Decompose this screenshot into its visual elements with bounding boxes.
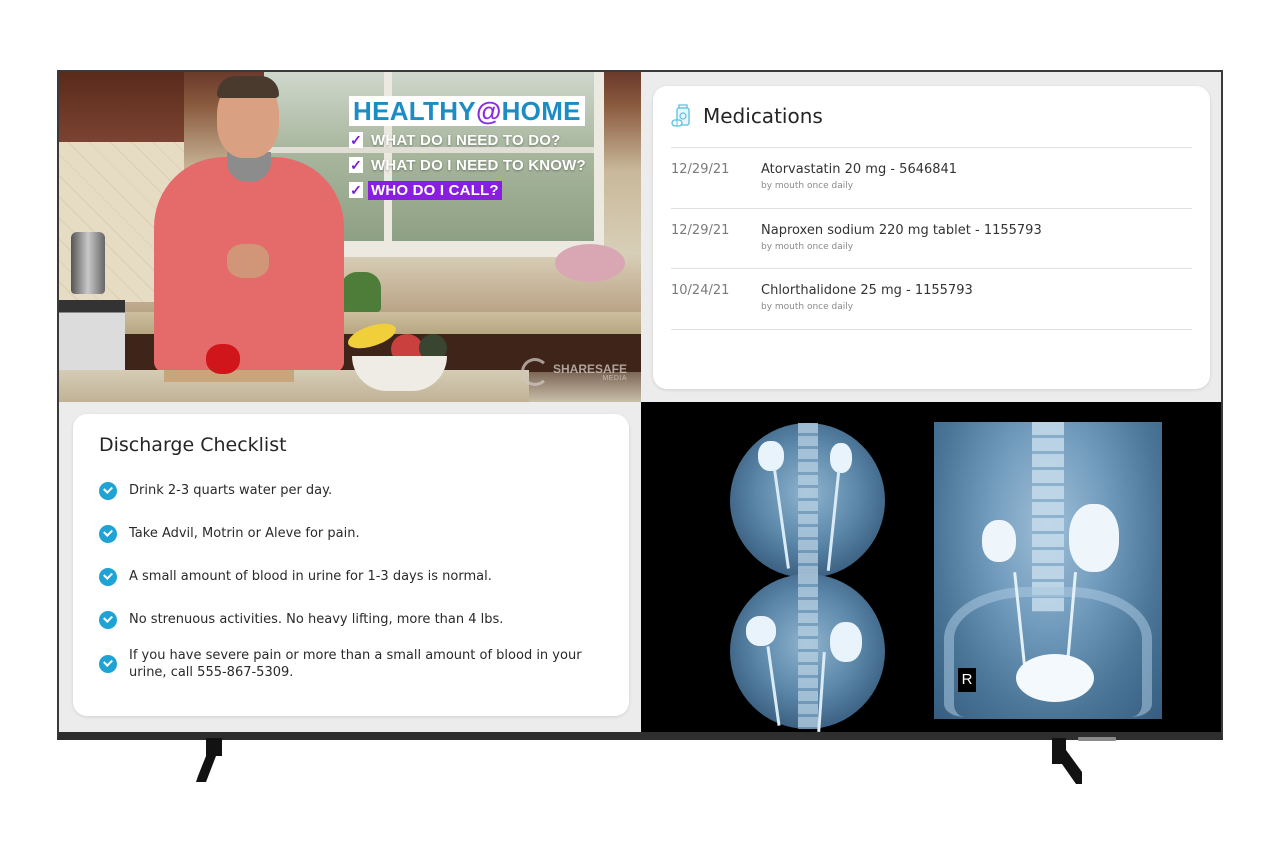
xray-ureter bbox=[766, 646, 781, 726]
promo-title-prefix: HEALTHY bbox=[353, 96, 476, 126]
checklist-item[interactable]: Drink 2-3 quarts water per day. bbox=[99, 482, 332, 500]
xray-kidney bbox=[830, 443, 852, 473]
medications-panel: Medications 12/29/21 Atorvastatin 20 mg … bbox=[641, 72, 1221, 402]
tv-screen: HEALTHY@HOME ✓ WHAT DO I NEED TO DO? ✓ W… bbox=[59, 72, 1221, 732]
xray-kidney bbox=[982, 520, 1016, 562]
xray-right-marker: R bbox=[958, 668, 976, 692]
promo-line: ✓ WHAT DO I NEED TO DO? bbox=[349, 129, 589, 151]
tv-stand-right bbox=[1048, 738, 1088, 788]
medications-header: Medications bbox=[671, 104, 823, 128]
medication-directions: by mouth once daily bbox=[761, 302, 854, 312]
xray-spine bbox=[798, 574, 818, 729]
checklist-item-text: No strenuous activities. No heavy liftin… bbox=[129, 612, 504, 627]
checklist-item[interactable]: Take Advil, Motrin or Aleve for pain. bbox=[99, 525, 360, 543]
checklist-item[interactable]: If you have severe pain or more than a s… bbox=[99, 647, 599, 681]
medicine-bottle-icon bbox=[671, 104, 693, 128]
kitchen-island bbox=[59, 370, 529, 402]
healthy-at-home-overlay: HEALTHY@HOME ✓ WHAT DO I NEED TO DO? ✓ W… bbox=[349, 96, 589, 201]
tv-stand-left bbox=[192, 738, 232, 788]
stove bbox=[59, 300, 125, 370]
medication-name: Naproxen sodium 220 mg tablet - 1155793 bbox=[761, 223, 1042, 238]
check-circle-icon bbox=[99, 655, 117, 673]
promo-title-suffix: HOME bbox=[501, 96, 581, 126]
medication-date: 12/29/21 bbox=[671, 223, 730, 238]
promo-line-text-highlighted: WHO DO I CALL? bbox=[368, 180, 502, 200]
xray-spine bbox=[1032, 422, 1064, 612]
sharesafe-swirl-icon bbox=[521, 358, 549, 386]
xray-kidney bbox=[1069, 504, 1119, 572]
checkbox-checked-icon: ✓ bbox=[349, 157, 363, 173]
xray-spine bbox=[798, 423, 818, 578]
medication-directions: by mouth once daily bbox=[761, 181, 854, 191]
red-pepper bbox=[206, 344, 240, 374]
checklist-item-text: If you have severe pain or more than a s… bbox=[129, 648, 582, 680]
checklist-item[interactable]: A small amount of blood in urine for 1-3… bbox=[99, 568, 492, 586]
medication-name: Atorvastatin 20 mg - 5646841 bbox=[761, 162, 958, 177]
education-video-panel[interactable]: HEALTHY@HOME ✓ WHAT DO I NEED TO DO? ✓ W… bbox=[59, 72, 641, 402]
checklist-item-text: Drink 2-3 quarts water per day. bbox=[129, 483, 333, 498]
presenter-hair bbox=[217, 76, 279, 98]
medication-row[interactable]: 12/29/21 Atorvastatin 20 mg - 5646841 by… bbox=[671, 148, 1192, 208]
tv-display: HEALTHY@HOME ✓ WHAT DO I NEED TO DO? ✓ W… bbox=[57, 70, 1223, 741]
promo-title-at: @ bbox=[475, 96, 502, 126]
checklist-item-text: A small amount of blood in urine for 1-3… bbox=[129, 569, 492, 584]
check-circle-icon bbox=[99, 568, 117, 586]
medication-row[interactable]: 12/29/21 Naproxen sodium 220 mg tablet -… bbox=[671, 209, 1192, 269]
checklist-item-text: Take Advil, Motrin or Aleve for pain. bbox=[129, 526, 360, 541]
discharge-checklist-card: Discharge Checklist Drink 2-3 quarts wat… bbox=[73, 414, 629, 716]
xray-kidney bbox=[746, 616, 776, 646]
kitchen-cabinet bbox=[59, 72, 184, 142]
presenter-hands bbox=[227, 244, 269, 278]
watermark-sub: MEDIA bbox=[602, 374, 628, 382]
medication-row[interactable]: 10/24/21 Chlorthalidone 25 mg - 1155793 … bbox=[671, 269, 1192, 329]
checklist-title: Discharge Checklist bbox=[99, 434, 287, 456]
medication-name: Chlorthalidone 25 mg - 1155793 bbox=[761, 283, 973, 298]
medication-directions: by mouth once daily bbox=[761, 242, 854, 252]
check-circle-icon bbox=[99, 611, 117, 629]
xray-kidney bbox=[758, 441, 784, 471]
xray-circle-top bbox=[730, 423, 885, 578]
checklist-panel: Discharge Checklist Drink 2-3 quarts wat… bbox=[59, 402, 641, 732]
sharesafe-watermark: SHARESAFE MEDIA bbox=[521, 358, 627, 386]
flower-pot bbox=[555, 244, 625, 282]
xray-circle-bottom bbox=[730, 574, 885, 732]
promo-line-text: WHAT DO I NEED TO KNOW? bbox=[371, 156, 586, 174]
check-circle-icon bbox=[99, 482, 117, 500]
checkbox-checked-icon: ✓ bbox=[349, 132, 363, 148]
promo-line-text: WHAT DO I NEED TO DO? bbox=[371, 131, 561, 149]
xray-full-abdomen: R bbox=[934, 422, 1162, 719]
xray-kidney bbox=[830, 622, 862, 662]
xray-image-panel[interactable]: R bbox=[641, 402, 1221, 732]
xray-ureter bbox=[817, 651, 826, 732]
medication-date: 10/24/21 bbox=[671, 283, 730, 298]
xray-bladder bbox=[1016, 654, 1094, 702]
checklist-item[interactable]: No strenuous activities. No heavy liftin… bbox=[99, 611, 503, 629]
promo-title: HEALTHY@HOME bbox=[349, 96, 585, 126]
kettle bbox=[71, 232, 105, 294]
divider bbox=[671, 329, 1192, 330]
potted-herb bbox=[341, 272, 381, 312]
medications-title: Medications bbox=[703, 104, 823, 128]
medications-card: Medications 12/29/21 Atorvastatin 20 mg … bbox=[653, 86, 1210, 389]
check-circle-icon bbox=[99, 525, 117, 543]
medication-date: 12/29/21 bbox=[671, 162, 730, 177]
xray-ureter bbox=[826, 471, 841, 571]
promo-line: ✓ WHO DO I CALL? bbox=[349, 179, 589, 201]
watermark-brand: SHARESAFE bbox=[553, 361, 628, 376]
promo-line: ✓ WHAT DO I NEED TO KNOW? bbox=[349, 154, 589, 176]
xray-ureter bbox=[773, 469, 790, 569]
checkbox-checked-icon: ✓ bbox=[349, 182, 363, 198]
